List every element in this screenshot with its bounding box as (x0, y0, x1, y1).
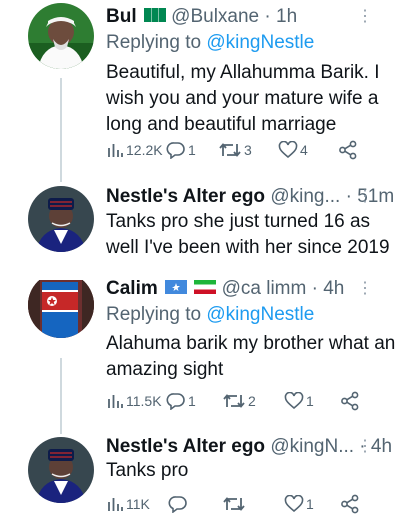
action-bar: 11.5K 1 2 1 (106, 390, 366, 412)
avatar[interactable] (28, 280, 94, 338)
views-count: 12.2K (126, 142, 163, 158)
share-button[interactable] (338, 139, 358, 161)
views-button[interactable]: 11.5K (106, 390, 162, 412)
views-count: 11K (126, 496, 150, 512)
more-icon[interactable]: ⋮ (357, 280, 373, 302)
reply-icon (168, 496, 187, 513)
reply-button[interactable] (168, 493, 190, 515)
reply-count: 1 (188, 142, 196, 158)
retweet-count: 2 (248, 393, 256, 409)
more-icon[interactable]: ⋮ (357, 184, 373, 210)
nigeria-flag-icon (143, 7, 166, 22)
tweet-text: Tanks pro she just turned 16 as well I'v… (106, 211, 390, 258)
share-button[interactable] (340, 390, 360, 412)
replying-to: Replying to @kingNestle (106, 302, 314, 328)
share-icon (341, 494, 359, 514)
tweet-header: Calim @ca limm · 4h ⋮ (106, 280, 408, 302)
retweet-button[interactable]: 2 (222, 390, 256, 412)
handle-and-time[interactable]: @king... · 51m (270, 186, 394, 207)
flag-icon (194, 280, 217, 294)
reply-icon (166, 393, 185, 410)
avatar[interactable] (28, 437, 94, 503)
handle-and-time[interactable]: @Bulxane · 1h (171, 6, 297, 27)
retweet-icon (223, 394, 245, 408)
handle-and-time[interactable]: @ca limm · 4h (222, 280, 345, 299)
flag-icon (165, 280, 188, 294)
retweet-icon (219, 143, 241, 157)
display-name[interactable]: Bul (106, 6, 137, 27)
views-count: 11.5K (126, 393, 162, 409)
tweet-header: Nestle's Alter ego @kingN... · 4h ⋮ (106, 434, 408, 460)
tweet-header: Bul @Bulxane · 1h ⋮ (106, 4, 408, 30)
replying-to-label: Replying to (106, 304, 207, 325)
views-button[interactable]: 11K (106, 493, 150, 515)
action-bar: 11K 1 (106, 493, 366, 515)
tweet[interactable]: Nestle's Alter ego @king... · 51m ⋮ Tank… (0, 180, 418, 270)
more-icon[interactable]: ⋮ (357, 434, 373, 460)
like-button[interactable]: 1 (284, 390, 314, 412)
mention-link[interactable]: @kingNestle (206, 304, 314, 325)
views-button[interactable]: 12.2K (106, 139, 163, 161)
like-count: 1 (306, 393, 314, 409)
retweet-icon (223, 497, 245, 511)
display-name[interactable]: Nestle's Alter ego (106, 186, 265, 207)
reply-button[interactable]: 1 (166, 139, 196, 161)
like-count: 4 (300, 142, 308, 158)
tweet[interactable]: Calim @ca limm · 4h ⋮ Replying to @kingN… (0, 280, 418, 420)
tweet[interactable]: Nestle's Alter ego @kingN... · 4h ⋮ Tank… (0, 430, 418, 529)
display-name[interactable]: Calim (106, 280, 158, 299)
retweet-button[interactable] (222, 493, 248, 515)
share-button[interactable] (340, 493, 360, 515)
like-button[interactable]: 4 (278, 139, 308, 161)
avatar[interactable] (28, 3, 94, 69)
share-icon (341, 391, 359, 411)
views-icon (108, 395, 123, 408)
more-icon[interactable]: ⋮ (357, 4, 373, 30)
retweet-button[interactable]: 3 (218, 139, 252, 161)
like-icon (278, 141, 298, 159)
retweet-count: 3 (244, 142, 252, 158)
tweet-text: Beautiful, my Allahumma Barik. I wish yo… (106, 62, 380, 135)
like-button[interactable]: 1 (284, 493, 314, 515)
tweet-text: Alahuma barik my brother what an amazing… (106, 333, 396, 380)
views-icon (108, 144, 123, 157)
action-bar: 12.2K 1 3 4 (106, 139, 366, 161)
share-icon (339, 140, 357, 160)
views-icon (108, 498, 123, 511)
avatar[interactable] (28, 186, 94, 252)
tweet[interactable]: Bul @Bulxane · 1h ⋮ Replying to @kingNes… (0, 0, 418, 172)
reply-button[interactable]: 1 (166, 390, 196, 412)
like-icon (284, 392, 304, 410)
tweet-text: Tanks pro (106, 460, 189, 481)
replying-to-label: Replying to (106, 32, 207, 53)
reply-icon (166, 142, 185, 159)
mention-link[interactable]: @kingNestle (206, 32, 314, 53)
reply-count: 1 (188, 393, 196, 409)
handle-and-time[interactable]: @kingN... · 4h (270, 436, 392, 457)
like-count: 1 (306, 496, 314, 512)
like-icon (284, 495, 304, 513)
tweet-header: Nestle's Alter ego @king... · 51m ⋮ (106, 184, 408, 210)
replying-to: Replying to @kingNestle (106, 30, 314, 56)
display-name[interactable]: Nestle's Alter ego (106, 436, 265, 457)
